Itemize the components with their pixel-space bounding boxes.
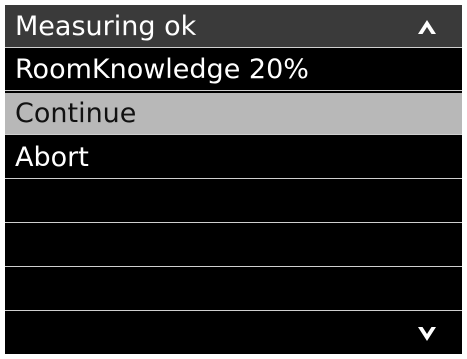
menu-item-label: RoomKnowledge 20% [15,54,309,85]
menu-footer [5,313,462,354]
device-menu-screen: Measuring ok RoomKnowledge 20% Continue … [5,5,462,354]
empty-menu-row [5,225,462,267]
menu-header: Measuring ok [5,5,462,48]
chevron-up-icon[interactable] [416,16,438,38]
empty-menu-row [5,181,462,223]
menu-item-abort[interactable]: Abort [5,137,462,179]
menu-title: Measuring ok [15,11,197,42]
menu-item-roomknowledge[interactable]: RoomKnowledge 20% [5,49,462,91]
empty-menu-row [5,269,462,311]
menu-item-label: Continue [15,98,137,129]
menu-item-continue[interactable]: Continue [5,93,462,135]
menu-item-label: Abort [15,142,89,173]
chevron-down-icon[interactable] [416,323,438,345]
